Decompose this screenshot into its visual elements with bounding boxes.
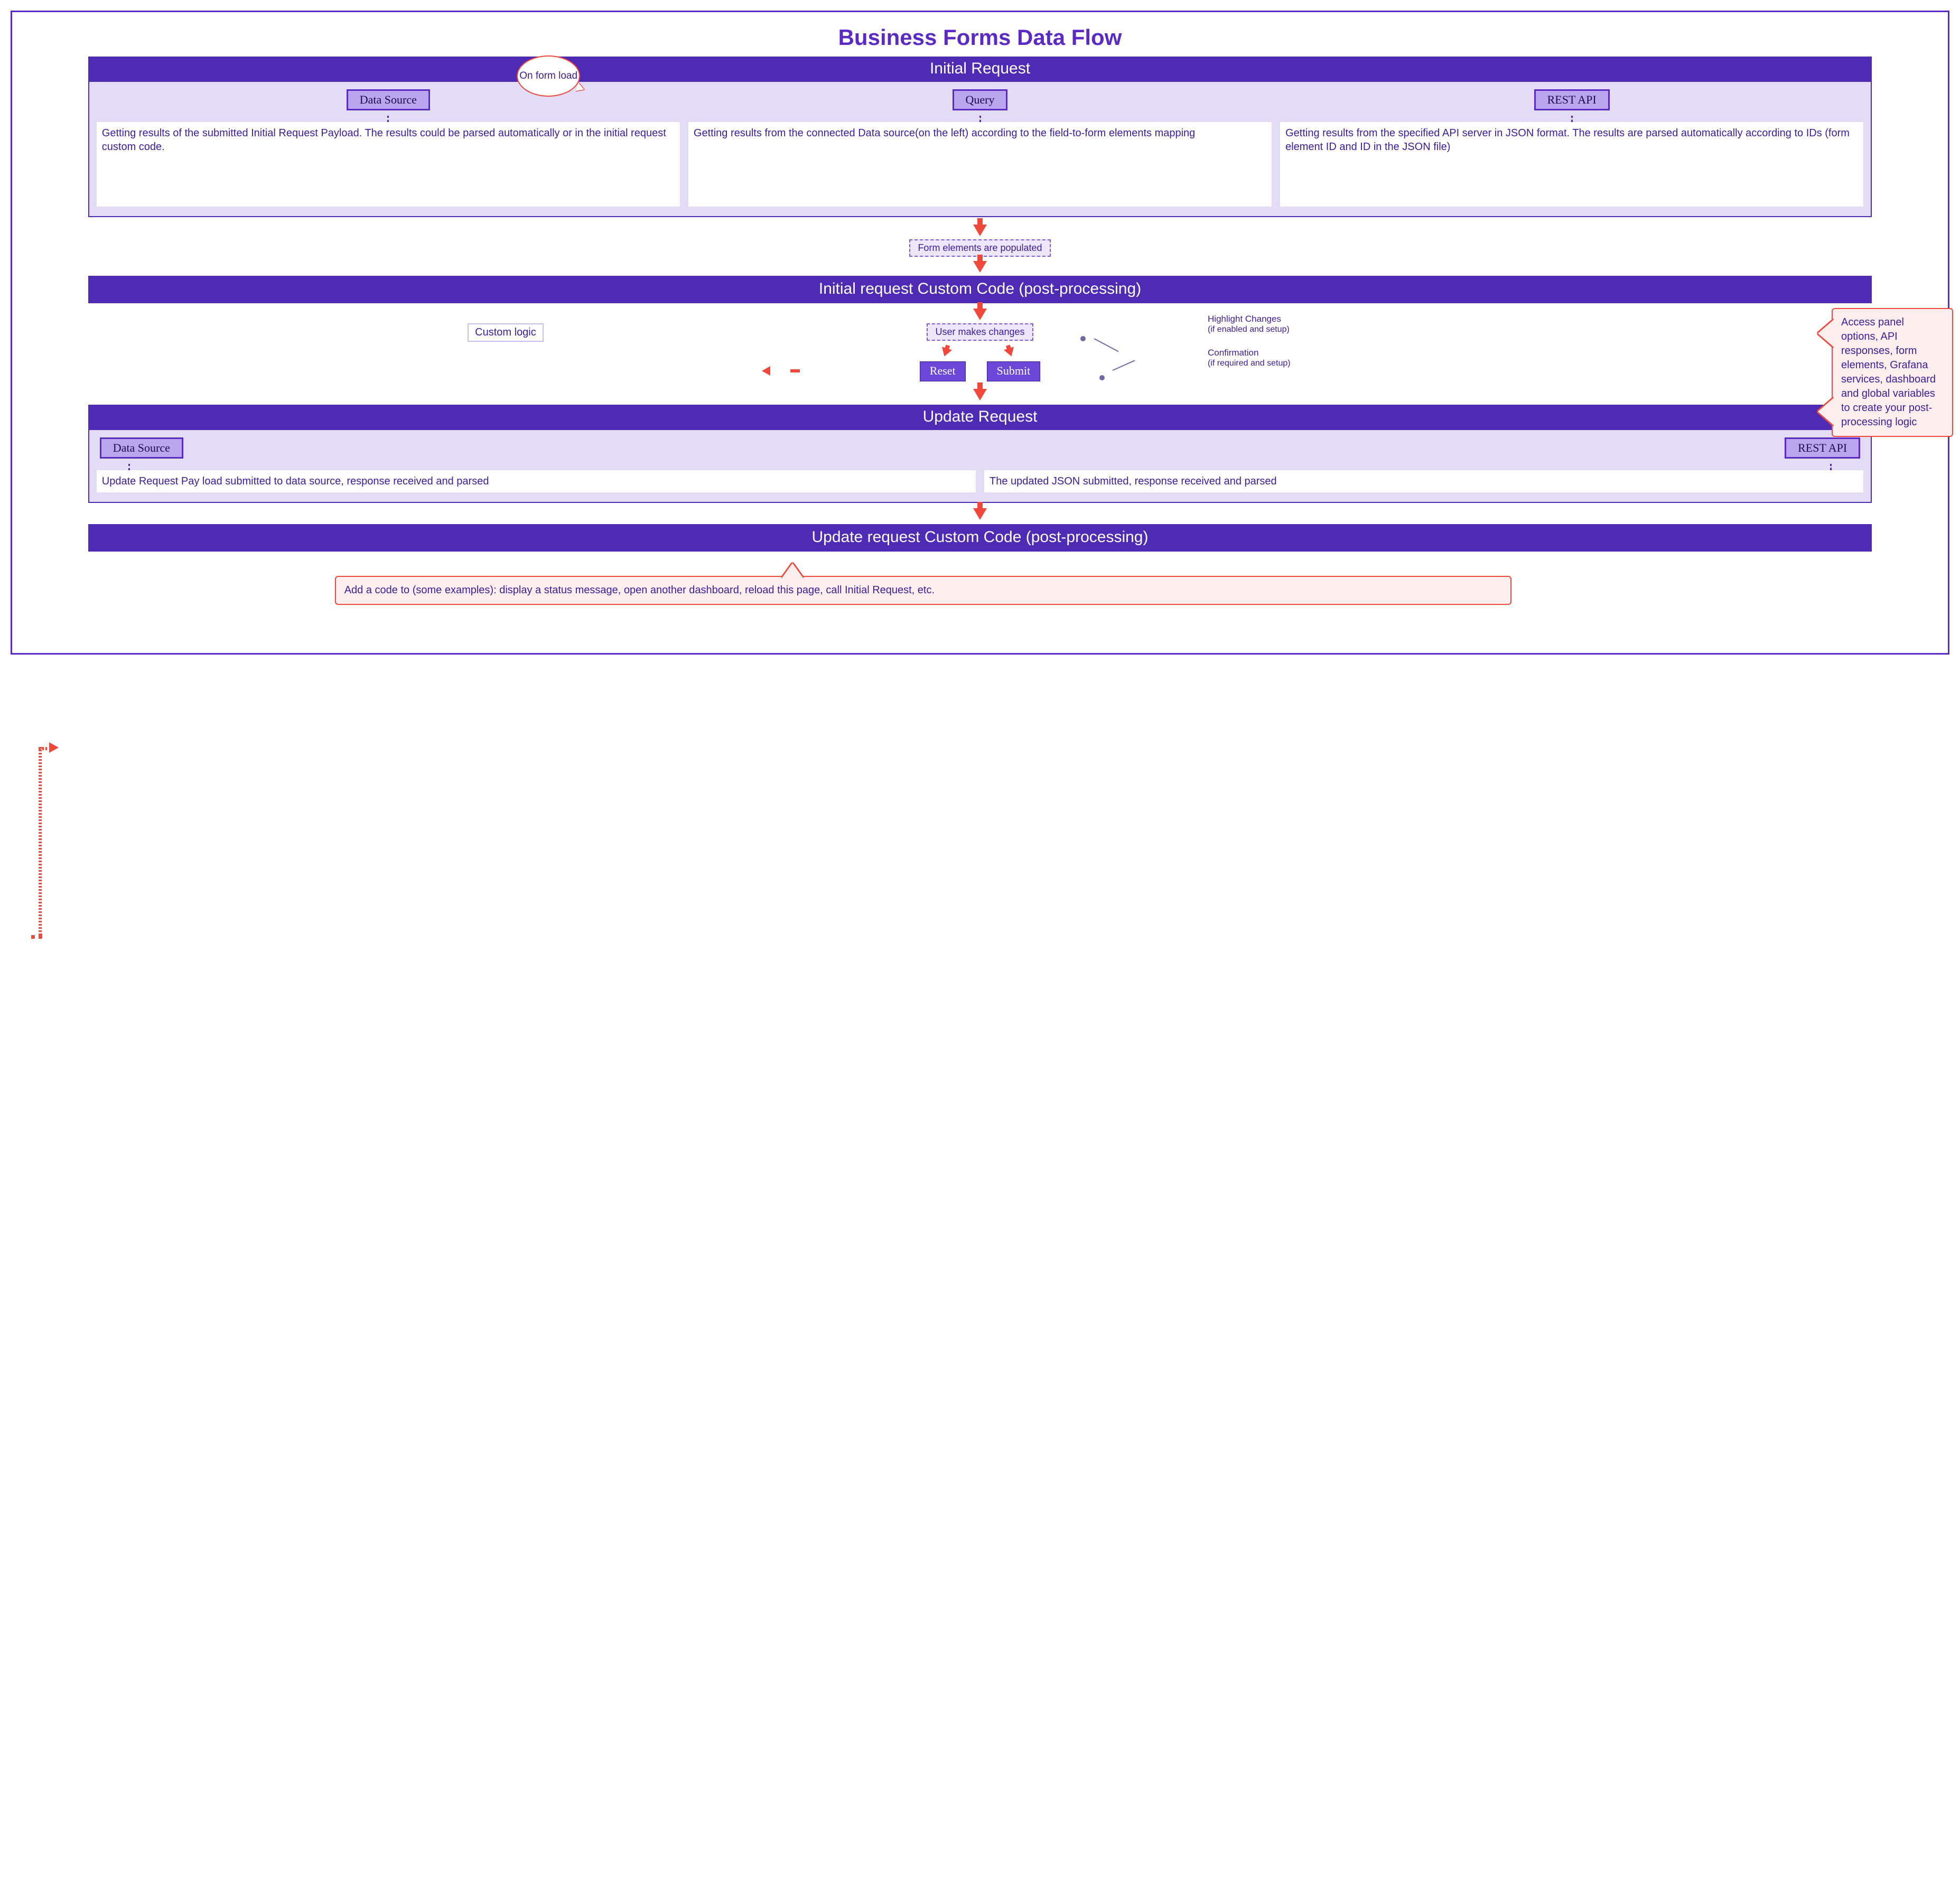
reset-submit-row: Reset Submit (31, 348, 1929, 381)
arrow-down-icon (973, 261, 987, 273)
arrow-down-icon (1004, 347, 1016, 358)
initial-col-restapi: REST API Getting results from the specif… (1280, 89, 1863, 207)
note-confirm-sub: (if required and setup) (1208, 358, 1291, 368)
submit-button[interactable]: Submit (987, 361, 1041, 381)
arrow-down-icon (973, 508, 987, 520)
on-form-load-bubble: On form load (517, 55, 580, 97)
update-custom-code-bar: Update request Custom Code (post-process… (88, 524, 1872, 552)
update-col-datasource: Data Source Update Request Pay load subm… (97, 437, 976, 492)
arrow-right-icon (49, 742, 59, 753)
note-highlight-title: Highlight Changes (1208, 314, 1290, 324)
arrow-down-icon (973, 389, 987, 400)
note-confirm-title: Confirmation (1208, 348, 1291, 358)
tab-datasource: Data Source (347, 89, 430, 110)
callout-tail-icon (1818, 320, 1834, 347)
tab-restapi: REST API (1785, 437, 1860, 459)
note-highlight-changes: Highlight Changes (if enabled and setup) (1208, 314, 1290, 335)
callout-access-options: Access panel options, API responses, for… (1832, 308, 1953, 437)
update-col-restapi: REST API The updated JSON submitted, res… (984, 437, 1863, 492)
arrow-down-icon (973, 225, 987, 236)
tab-query: Query (953, 89, 1008, 110)
arrow-down-icon (939, 347, 952, 358)
initial-col-datasource: Data Source Getting results of the submi… (97, 89, 680, 207)
update-request-panel: Update Request Data Source Update Reques… (88, 405, 1872, 503)
initial-datasource-text: Getting results of the submitted Initial… (97, 122, 680, 207)
initial-request-header: Initial Request (89, 58, 1871, 82)
initial-custom-code-bar: Initial request Custom Code (post-proces… (88, 276, 1872, 303)
initial-query-text: Getting results from the connected Data … (688, 122, 1272, 207)
callout-examples: Add a code to (some examples): display a… (335, 576, 1511, 605)
update-restapi-text: The updated JSON submitted, response rec… (984, 470, 1863, 492)
update-datasource-text: Update Request Pay load submitted to dat… (97, 470, 976, 492)
note-highlight-sub: (if enabled and setup) (1208, 324, 1290, 334)
arrow-left-icon (762, 366, 770, 376)
reset-button[interactable]: Reset (920, 361, 966, 381)
initial-request-panel: On form load Initial Request Data Source… (88, 57, 1872, 217)
arrow-down-icon (973, 309, 987, 320)
update-request-header: Update Request (89, 406, 1871, 430)
initial-col-query: Query Getting results from the connected… (688, 89, 1272, 207)
callout-tail-icon (1818, 398, 1834, 425)
chip-user-changes: User makes changes (927, 323, 1033, 341)
diagram-title: Business Forms Data Flow (31, 25, 1929, 50)
callout-tail-icon (782, 563, 803, 578)
custom-logic-box: Custom logic (468, 323, 544, 342)
callout-access-text: Access panel options, API responses, for… (1841, 316, 1936, 428)
callout-examples-text: Add a code to (some examples): display a… (344, 584, 935, 596)
tab-datasource: Data Source (100, 437, 183, 459)
diagram-frame: Business Forms Data Flow On form load In… (11, 11, 1949, 655)
note-confirmation: Confirmation (if required and setup) (1208, 348, 1291, 369)
initial-restapi-text: Getting results from the specified API s… (1280, 122, 1863, 207)
tab-restapi: REST API (1534, 89, 1610, 110)
